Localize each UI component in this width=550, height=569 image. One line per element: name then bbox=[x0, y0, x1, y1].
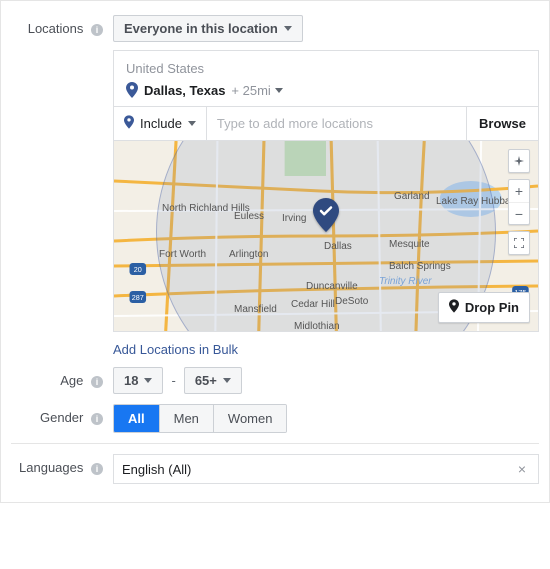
location-card: United States Dallas, Texas + 25mi bbox=[113, 50, 539, 332]
gender-segmented: AllMenWomen bbox=[113, 404, 287, 433]
map-center-pin-icon bbox=[313, 198, 339, 232]
chevron-down-icon bbox=[144, 378, 152, 383]
map[interactable]: 20 287 80 175 DallasIrvingArlingtonFort … bbox=[114, 141, 538, 331]
map-zoom-in-button[interactable]: + bbox=[509, 180, 529, 202]
browse-button[interactable]: Browse bbox=[467, 107, 538, 140]
age-label: Age bbox=[60, 373, 83, 388]
location-scope-dropdown[interactable]: Everyone in this location bbox=[113, 15, 303, 42]
location-scope-value: Everyone in this location bbox=[124, 21, 278, 36]
svg-text:287: 287 bbox=[132, 294, 144, 302]
info-icon: i bbox=[91, 24, 103, 36]
pin-icon bbox=[126, 82, 138, 98]
info-icon: i bbox=[91, 463, 103, 475]
info-icon: i bbox=[91, 413, 103, 425]
gender-option-all[interactable]: All bbox=[114, 405, 159, 432]
age-min-dropdown[interactable]: 18 bbox=[113, 367, 163, 394]
language-value: English (All) bbox=[122, 462, 191, 477]
gender-label: Gender bbox=[40, 410, 83, 425]
location-country: United States bbox=[126, 61, 526, 76]
location-radius-dropdown[interactable]: + 25mi bbox=[231, 83, 282, 98]
gender-option-women[interactable]: Women bbox=[213, 405, 287, 432]
map-zoom-out-button[interactable]: − bbox=[509, 202, 529, 224]
languages-input[interactable]: English (All) × bbox=[113, 454, 539, 484]
gender-option-men[interactable]: Men bbox=[159, 405, 213, 432]
chevron-down-icon bbox=[275, 88, 283, 93]
add-locations-bulk-link[interactable]: Add Locations in Bulk bbox=[113, 342, 238, 357]
chevron-down-icon bbox=[223, 378, 231, 383]
languages-label: Languages bbox=[19, 460, 83, 475]
pin-icon bbox=[124, 115, 134, 132]
drop-pin-button[interactable]: Drop Pin bbox=[438, 292, 530, 323]
locations-label: Locations bbox=[28, 21, 84, 36]
include-exclude-dropdown[interactable]: Include bbox=[114, 107, 206, 140]
map-reset-button[interactable] bbox=[509, 150, 529, 172]
info-icon: i bbox=[91, 376, 103, 388]
age-max-dropdown[interactable]: 65+ bbox=[184, 367, 242, 394]
remove-language-button[interactable]: × bbox=[514, 461, 530, 477]
location-search-input[interactable] bbox=[207, 107, 466, 140]
map-fullscreen-button[interactable] bbox=[509, 232, 529, 254]
chevron-down-icon bbox=[284, 26, 292, 31]
location-place: Dallas, Texas bbox=[144, 83, 225, 98]
chevron-down-icon bbox=[188, 121, 196, 126]
age-dash: - bbox=[171, 373, 175, 388]
divider bbox=[11, 443, 539, 444]
pin-icon bbox=[449, 299, 459, 316]
svg-text:20: 20 bbox=[134, 266, 142, 274]
